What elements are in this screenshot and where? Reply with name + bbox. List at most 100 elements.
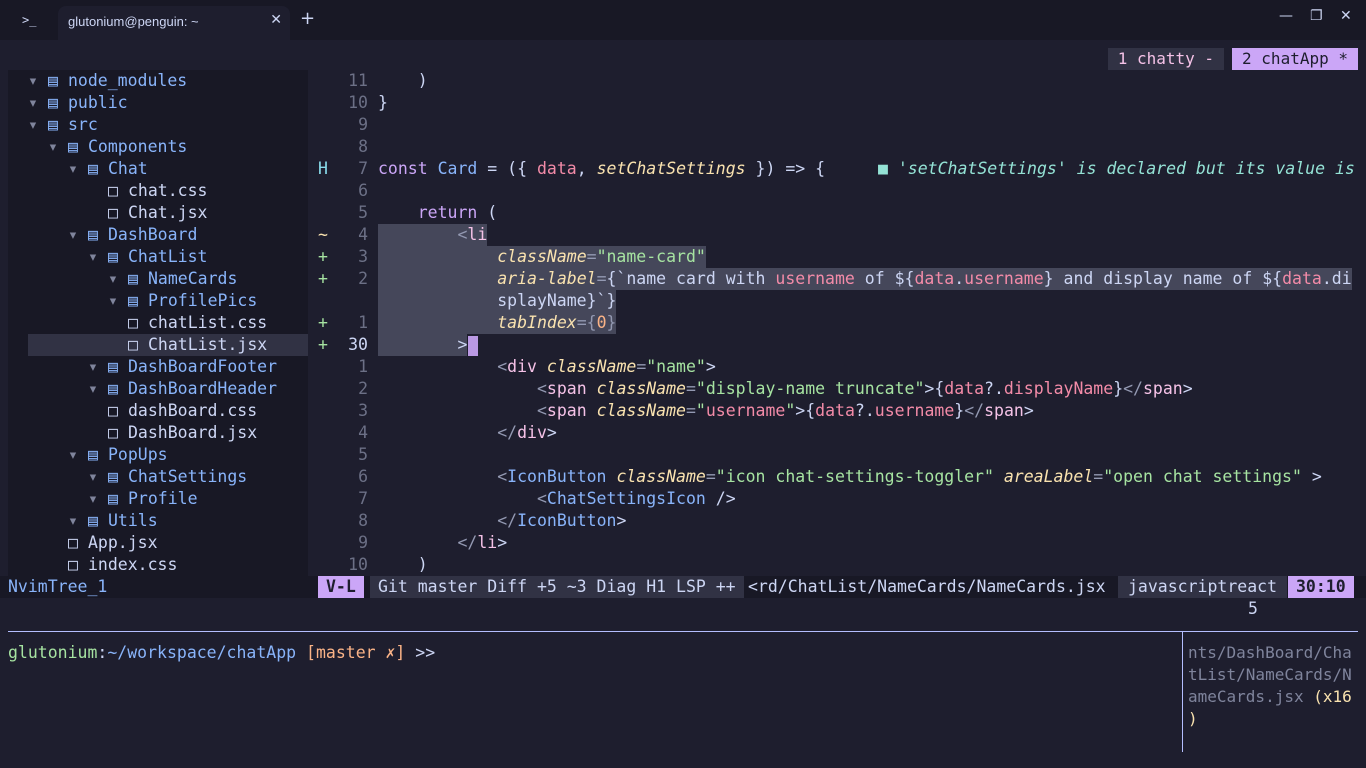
minimize-icon[interactable]: — xyxy=(1279,8,1293,24)
tree-item-dashboard-jsx[interactable]: □ DashBoard.jsx xyxy=(8,422,308,444)
chevron-down-icon[interactable]: ▾ xyxy=(88,246,98,268)
shell-prompt[interactable]: glutonium:~/workspace/chatApp [master ✗]… xyxy=(8,642,435,664)
line-number: 8 xyxy=(358,511,368,530)
chevron-down-icon[interactable]: ▾ xyxy=(68,224,78,246)
chevron-down-icon[interactable]: ▾ xyxy=(88,356,98,378)
tree-item-index-css[interactable]: □ index.css xyxy=(8,554,308,576)
tree-item-chatsettings[interactable]: ▾ ▤ ChatSettings xyxy=(8,466,308,488)
tree-buffer-name: NvimTree_1 xyxy=(8,577,108,596)
code-line[interactable]: 5 xyxy=(308,444,1366,466)
code-editor[interactable]: 11 ) 10} 9 8 H 7 const Card = ({ data, setChat… xyxy=(308,70,1366,576)
code-line[interactable]: 5 return ( xyxy=(308,202,1366,224)
tree-item-public[interactable]: ▾ ▤ public xyxy=(8,92,308,114)
chevron-down-icon[interactable]: ▾ xyxy=(108,290,118,312)
code-line[interactable]: ~4 <li xyxy=(308,224,1366,246)
line-number: 11 xyxy=(348,71,368,90)
code-line[interactable]: 10} xyxy=(308,92,1366,114)
code-line[interactable]: 10 ) xyxy=(308,554,1366,576)
tree-item-label: ProfilePics xyxy=(148,291,258,310)
chevron-down-icon[interactable]: ▾ xyxy=(28,114,38,136)
tree-item-popups[interactable]: ▾ ▤ PopUps xyxy=(8,444,308,466)
session-chatapp[interactable]: 2 chatApp * xyxy=(1232,48,1358,70)
chevron-down-icon[interactable]: ▾ xyxy=(88,466,98,488)
code-line[interactable]: 8 xyxy=(308,136,1366,158)
tree-item-dashboard[interactable]: ▾ ▤ DashBoard xyxy=(8,224,308,246)
session-chatty[interactable]: 1 chatty - xyxy=(1107,48,1225,70)
code-line[interactable]: 9 </li> xyxy=(308,532,1366,554)
code-text: </li> xyxy=(457,533,508,552)
code-line[interactable]: 4 </div> xyxy=(308,422,1366,444)
folder-icon: ▤ xyxy=(88,445,98,464)
code-line[interactable]: H 7 const Card = ({ data, setChatSettings … xyxy=(308,158,1366,180)
tree-item-label: DashBoardFooter xyxy=(128,357,278,376)
tree-item-chatlist-css[interactable]: □ chatList.css xyxy=(8,312,308,334)
code-line[interactable]: +1 tabIndex={0} xyxy=(308,312,1366,334)
tree-item-app-jsx[interactable]: □ App.jsx xyxy=(8,532,308,554)
maximize-icon[interactable]: ❐ xyxy=(1310,8,1323,24)
chevron-down-icon[interactable]: ▾ xyxy=(28,92,38,114)
plus-icon[interactable]: + xyxy=(300,8,315,29)
code-line[interactable]: 6 <IconButton className="icon chat-setti… xyxy=(308,466,1366,488)
line-number: 7 xyxy=(358,489,368,508)
close-icon[interactable]: ✕ xyxy=(270,12,282,28)
code-text: > xyxy=(378,334,468,356)
line-number: 3 xyxy=(358,247,368,266)
code-line[interactable]: +3 className="name-card" xyxy=(308,246,1366,268)
tree-item-utils[interactable]: ▾ ▤ Utils xyxy=(8,510,308,532)
code-text: </div> xyxy=(497,423,557,442)
code-line[interactable]: 3 <span className="username">{data?.user… xyxy=(308,400,1366,422)
tree-item-components[interactable]: ▾ ▤ Components xyxy=(8,136,308,158)
close-window-icon[interactable]: ✕ xyxy=(1340,8,1352,24)
pane-divider-horizontal xyxy=(8,631,1358,632)
line-number: 5 xyxy=(358,203,368,222)
terminal-icon[interactable]: >_ xyxy=(22,10,44,30)
tree-item-node-modules[interactable]: ▾ ▤ node_modules xyxy=(8,70,308,92)
code-line[interactable]: 6 xyxy=(308,180,1366,202)
code-line[interactable]: 2 <span className="display-name truncate… xyxy=(308,378,1366,400)
tree-item-profilepics[interactable]: ▾ ▤ ProfilePics xyxy=(8,290,308,312)
line-number: 1 xyxy=(358,357,368,376)
tree-item-namecards[interactable]: ▾ ▤ NameCards xyxy=(8,268,308,290)
code-line[interactable]: +30 > xyxy=(308,334,1366,356)
chevron-down-icon[interactable]: ▾ xyxy=(68,158,78,180)
tree-item-profile[interactable]: ▾ ▤ Profile xyxy=(8,488,308,510)
code-line[interactable]: 9 xyxy=(308,114,1366,136)
prompt-git: [master ✗] xyxy=(296,643,406,662)
folder-icon: ▤ xyxy=(68,137,78,156)
tree-item-chat-jsx[interactable]: □ Chat.jsx xyxy=(8,202,308,224)
tab-terminal[interactable]: glutonium@penguin: ~ ✕ xyxy=(58,6,290,40)
tree-item-chat[interactable]: ▾ ▤ Chat xyxy=(8,158,308,180)
tree-item-dashboardfooter[interactable]: ▾ ▤ DashBoardFooter xyxy=(8,356,308,378)
tab-title: glutonium@penguin: ~ xyxy=(68,14,199,29)
folder-icon: ▤ xyxy=(88,511,98,530)
chevron-down-icon[interactable]: ▾ xyxy=(28,70,38,92)
code-line[interactable]: +2 aria-label={`name card with username … xyxy=(308,268,1366,290)
folder-icon: ▤ xyxy=(108,379,118,398)
chevron-down-icon[interactable]: ▾ xyxy=(48,136,58,158)
code-line[interactable]: splayName}`} xyxy=(308,290,1366,312)
tree-item-dashboard-css[interactable]: □ dashBoard.css xyxy=(8,400,308,422)
code-line[interactable]: 7 <ChatSettingsIcon /> xyxy=(308,488,1366,510)
tree-item-dashboardheader[interactable]: ▾ ▤ DashBoardHeader xyxy=(8,378,308,400)
code-line[interactable]: 11 ) xyxy=(308,70,1366,92)
tree-item-label: DashBoard xyxy=(108,225,198,244)
chevron-down-icon[interactable]: ▾ xyxy=(88,378,98,400)
diagnostic-text: 'setChatSettings' is declared but its va… xyxy=(897,159,1355,178)
folder-icon: ▤ xyxy=(88,225,98,244)
code-line[interactable]: 1 <div className="name"> xyxy=(308,356,1366,378)
code-text: </IconButton> xyxy=(497,511,627,530)
tree-item-label: Components xyxy=(88,137,188,156)
line-number: 6 xyxy=(358,181,368,200)
tree-item-label: src xyxy=(68,115,98,134)
chevron-down-icon[interactable]: ▾ xyxy=(68,510,78,532)
tree-item-chatlist[interactable]: ▾ ▤ ChatList xyxy=(8,246,308,268)
tree-item-label: Chat.jsx xyxy=(128,203,208,222)
tree-item-chatlist-jsx[interactable]: □ ChatList.jsx xyxy=(28,334,308,356)
tree-item-src[interactable]: ▾ ▤ src xyxy=(8,114,308,136)
code-line[interactable]: 8 </IconButton> xyxy=(308,510,1366,532)
tree-item-chat-css[interactable]: □ chat.css xyxy=(8,180,308,202)
folder-icon: ▤ xyxy=(128,291,138,310)
chevron-down-icon[interactable]: ▾ xyxy=(88,488,98,510)
chevron-down-icon[interactable]: ▾ xyxy=(68,444,78,466)
chevron-down-icon[interactable]: ▾ xyxy=(108,268,118,290)
